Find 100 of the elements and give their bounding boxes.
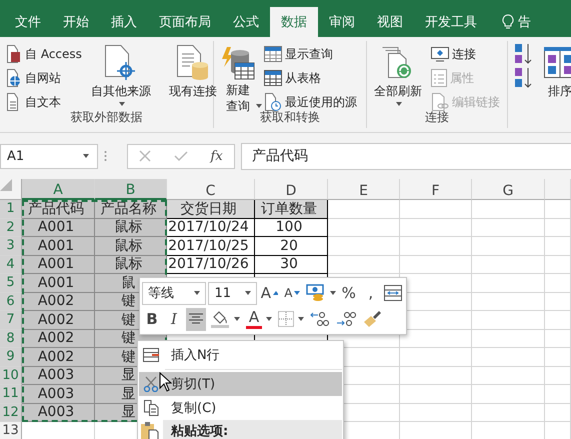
connection-icon — [431, 46, 449, 62]
ribbon-tab[interactable]: 文件 — [4, 7, 52, 37]
column-header[interactable]: D — [255, 179, 328, 200]
table-cell: A002 — [22, 348, 95, 366]
ribbon-tab[interactable]: 审阅 — [318, 7, 366, 37]
menu-item[interactable]: 剪切(T) — [139, 372, 342, 396]
row-header[interactable]: 10 — [0, 366, 22, 385]
column-header[interactable]: E — [328, 179, 400, 200]
borders-icon — [278, 311, 294, 327]
ribbon-tab[interactable]: 页面布局 — [148, 7, 222, 37]
menu-heading: 粘贴选项: — [163, 420, 342, 439]
column-header[interactable]: F — [400, 179, 472, 200]
sort-descending-icon — [514, 66, 534, 90]
column-header[interactable]: A — [22, 179, 95, 200]
ribbon-tab[interactable]: 视图 — [366, 7, 414, 37]
ribbon-tab[interactable]: 插入 — [100, 7, 148, 37]
grid-cell — [328, 200, 400, 218]
ribbon-tab[interactable]: 开发工具 — [414, 7, 488, 37]
ribbon-button[interactable]: 全部刷新 — [371, 41, 425, 110]
name-box[interactable]: A1 — [0, 144, 98, 168]
column-header[interactable]: C — [167, 179, 255, 200]
grow-font-button[interactable]: A — [258, 282, 280, 304]
table-icon — [264, 46, 282, 62]
font-color-button[interactable]: A — [244, 308, 274, 330]
row-header[interactable]: 4 — [0, 256, 22, 274]
ribbon-button[interactable]: 自其他来源 — [88, 41, 154, 110]
font-size-dropdown[interactable]: 11 — [208, 282, 257, 304]
table-cell: 2017/10/26 — [167, 256, 255, 274]
formula-input[interactable]: 产品代码 — [241, 142, 571, 170]
caret-icon — [266, 317, 272, 321]
ribbon-tab[interactable]: 开始 — [52, 7, 100, 37]
ribbon-button[interactable]: 自网站 — [4, 67, 84, 89]
table-cell: 交货日期 — [167, 200, 255, 218]
row-header[interactable]: 5 — [0, 274, 22, 292]
center-align-button[interactable] — [186, 308, 206, 330]
ribbon-button[interactable]: 现有连接 — [166, 41, 220, 104]
grid-cell — [400, 200, 472, 218]
tell-me-text[interactable]: 告 — [518, 13, 531, 31]
table-cell: A002 — [22, 311, 95, 330]
table-cell: 2017/10/25 — [167, 237, 255, 256]
caret-icon — [330, 291, 336, 295]
row-header[interactable]: 1 — [0, 200, 22, 218]
caret-icon — [244, 291, 251, 295]
format-button[interactable]: % — [338, 282, 359, 304]
grip-icon — [104, 150, 107, 162]
ribbon-button[interactable]: 自 Access — [4, 43, 84, 65]
grid-cell — [328, 237, 400, 256]
grid-cell — [545, 274, 571, 292]
decimal-arrow-icon — [310, 310, 330, 328]
ribbon-button[interactable]: 连接 — [429, 43, 502, 65]
row-header[interactable]: 12 — [0, 404, 22, 422]
ribbon-tab[interactable]: 数据 — [270, 7, 318, 37]
ribbon-button[interactable]: 显示查询 — [262, 43, 359, 65]
row-header[interactable]: 9 — [0, 348, 22, 366]
clock-file-icon — [264, 93, 282, 111]
table-cell: 订单数量 — [255, 200, 328, 218]
row-header[interactable]: 2 — [0, 218, 22, 237]
row-header[interactable]: 3 — [0, 237, 22, 256]
properties-icon — [431, 69, 447, 87]
row-header[interactable]: 8 — [0, 330, 22, 348]
grid-cell — [545, 237, 571, 256]
shrink-font-button[interactable]: A — [282, 282, 302, 304]
table-cell: A003 — [22, 385, 95, 404]
row-header[interactable]: 7 — [0, 311, 22, 330]
ribbon-button[interactable]: 新建查询 — [218, 41, 258, 118]
table-cell: A002 — [22, 330, 95, 348]
grid-cell — [545, 256, 571, 274]
paintbrush-icon — [362, 310, 382, 328]
group-label: 获取和转换 — [260, 110, 320, 124]
table-cell: A003 — [22, 366, 95, 385]
caret-icon — [194, 291, 200, 295]
up-arrow-icon — [273, 291, 278, 295]
enter-icon — [174, 150, 188, 162]
table-cell: 30 — [255, 256, 328, 274]
format-button[interactable]: , — [360, 282, 381, 304]
row-header[interactable]: 6 — [0, 292, 22, 311]
table-cell: 2017/10/24 — [167, 218, 255, 237]
row-header[interactable]: 13 — [0, 422, 22, 439]
row-header[interactable]: 11 — [0, 385, 22, 404]
grid-cell — [545, 366, 571, 385]
table-cell: A001 — [22, 256, 95, 274]
font-dropdown[interactable]: 等线 — [142, 282, 206, 304]
grid-cell — [545, 292, 571, 311]
italic-button[interactable]: I — [164, 308, 184, 330]
table-cell: A001 — [22, 218, 95, 237]
table-cell: A001 — [22, 237, 95, 256]
caret-icon — [234, 317, 240, 321]
ribbon-tab[interactable]: 公式 — [222, 7, 270, 37]
caret-icon — [83, 154, 89, 158]
grid-cell — [545, 348, 571, 366]
grid-cell — [328, 218, 400, 237]
table-icon — [264, 70, 282, 86]
column-header[interactable]: B — [95, 179, 167, 200]
grid-cell — [400, 348, 472, 366]
column-header[interactable]: G — [472, 179, 545, 200]
ribbon-button[interactable]: 从表格 — [262, 67, 359, 89]
insert-function-button[interactable]: fx — [210, 148, 223, 164]
grid-cell — [545, 311, 571, 330]
table-cell: 鼠标 — [95, 237, 167, 256]
column-width-icon — [384, 285, 402, 301]
